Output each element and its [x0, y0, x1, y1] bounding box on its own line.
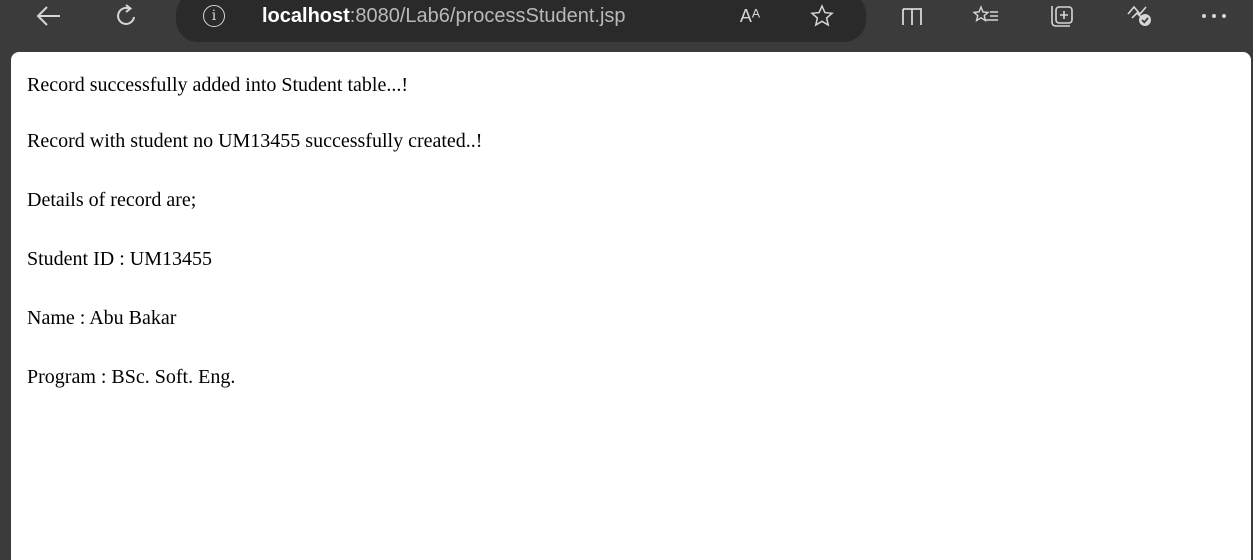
refresh-icon[interactable] — [112, 2, 142, 30]
details-heading: Details of record are; — [27, 189, 197, 211]
browser-toolbar: i localhost:8080/Lab6/processStudent.jsp… — [0, 0, 1253, 50]
url-host: localhost — [262, 4, 350, 27]
student-name-line: Name : Abu Bakar — [27, 307, 177, 329]
back-arrow-icon[interactable] — [34, 2, 64, 30]
more-options-icon[interactable] — [1196, 2, 1232, 30]
student-id-line: Student ID : UM13455 — [27, 248, 212, 270]
site-info-icon[interactable]: i — [203, 5, 225, 27]
url-path: :8080/Lab6/processStudent.jsp — [349, 4, 626, 27]
page-content: Record successfully added into Student t… — [11, 52, 1251, 560]
favorites-bar-icon[interactable] — [972, 2, 1000, 30]
performance-icon[interactable] — [1126, 2, 1154, 30]
split-screen-icon[interactable] — [898, 2, 926, 30]
browser-window: i localhost:8080/Lab6/processStudent.jsp… — [0, 0, 1253, 560]
student-program-line: Program : BSc. Soft. Eng. — [27, 366, 236, 388]
favorite-star-icon[interactable] — [808, 2, 836, 30]
read-aloud-icon[interactable]: Aᴬ — [736, 2, 764, 30]
collections-icon[interactable] — [1048, 2, 1076, 30]
record-created-message: Record with student no UM13455 successfu… — [27, 130, 483, 152]
url-text[interactable]: localhost:8080/Lab6/processStudent.jsp — [262, 2, 626, 30]
success-message: Record successfully added into Student t… — [27, 74, 409, 96]
